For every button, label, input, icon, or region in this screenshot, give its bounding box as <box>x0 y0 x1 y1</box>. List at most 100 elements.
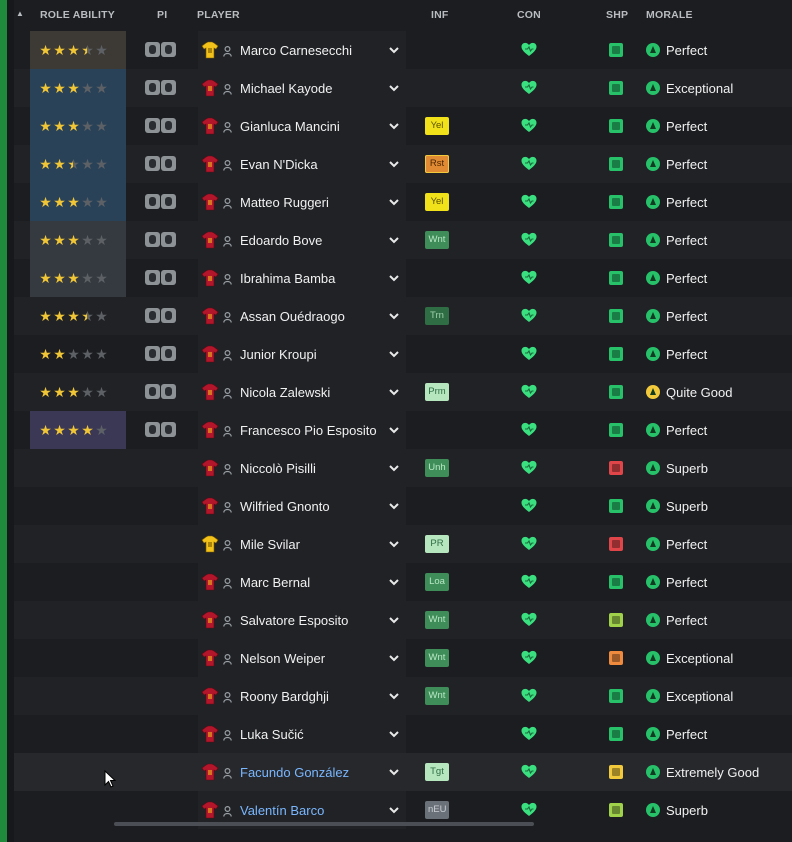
pi-person-icon[interactable] <box>161 232 176 247</box>
player-name[interactable]: Nicola Zalewski <box>240 385 330 400</box>
player-name[interactable]: Assan Ouédraogo <box>240 309 345 324</box>
pi-person-icon[interactable] <box>161 194 176 209</box>
table-row[interactable]: ★ ★ ★ ★ ★ Evan N'Dicka Rst Perfect <box>14 145 792 183</box>
pi-person-icon[interactable] <box>161 346 176 361</box>
inf-badge[interactable]: Trn <box>425 307 449 325</box>
player-name[interactable]: Marc Bernal <box>240 575 310 590</box>
pi-attribute-icon[interactable] <box>145 308 160 323</box>
pi-attribute-icon[interactable] <box>145 346 160 361</box>
table-row[interactable]: Facundo González Tgt Extremely Good <box>14 753 792 791</box>
table-row[interactable]: Wilfried Gnonto Superb <box>14 487 792 525</box>
player-name[interactable]: Facundo González <box>240 765 349 780</box>
person-icon[interactable] <box>223 158 232 171</box>
player-name[interactable]: Junior Kroupi <box>240 347 317 362</box>
inf-badge[interactable]: Tgt <box>425 763 449 781</box>
chevron-down-icon[interactable] <box>388 461 400 473</box>
person-icon[interactable] <box>223 44 232 57</box>
pi-attribute-icon[interactable] <box>145 194 160 209</box>
pi-attribute-icon[interactable] <box>145 42 160 57</box>
table-row[interactable]: Niccolò Pisilli Unh Superb <box>14 449 792 487</box>
player-name[interactable]: Michael Kayode <box>240 81 333 96</box>
person-icon[interactable] <box>223 690 232 703</box>
chevron-down-icon[interactable] <box>388 157 400 169</box>
inf-badge[interactable]: PR <box>425 535 449 553</box>
table-row[interactable]: ★ ★ ★ ★ ★ Marco Carnesecchi Perfect <box>14 31 792 69</box>
pi-person-icon[interactable] <box>161 308 176 323</box>
player-name[interactable]: Valentín Barco <box>240 803 324 818</box>
person-icon[interactable] <box>223 576 232 589</box>
chevron-down-icon[interactable] <box>388 81 400 93</box>
chevron-down-icon[interactable] <box>388 575 400 587</box>
chevron-down-icon[interactable] <box>388 613 400 625</box>
column-morale[interactable]: MORALE <box>646 9 693 21</box>
pi-attribute-icon[interactable] <box>145 270 160 285</box>
pi-attribute-icon[interactable] <box>145 384 160 399</box>
person-icon[interactable] <box>223 196 232 209</box>
person-icon[interactable] <box>223 652 232 665</box>
chevron-down-icon[interactable] <box>388 727 400 739</box>
pi-person-icon[interactable] <box>161 156 176 171</box>
player-name[interactable]: Ibrahima Bamba <box>240 271 335 286</box>
table-row[interactable]: ★ ★ ★ ★ ★ Gianluca Mancini Yel Perfect <box>14 107 792 145</box>
table-row[interactable]: ★ ★ ★ ★ ★ Francesco Pio Esposito Perfect <box>14 411 792 449</box>
player-name[interactable]: Edoardo Bove <box>240 233 322 248</box>
inf-badge[interactable]: Yel <box>425 117 449 135</box>
chevron-down-icon[interactable] <box>388 689 400 701</box>
table-row[interactable]: Mile Svilar PR Perfect <box>14 525 792 563</box>
player-name[interactable]: Roony Bardghji <box>240 689 329 704</box>
pi-person-icon[interactable] <box>161 270 176 285</box>
pi-attribute-icon[interactable] <box>145 118 160 133</box>
pi-person-icon[interactable] <box>161 384 176 399</box>
chevron-down-icon[interactable] <box>388 499 400 511</box>
inf-badge[interactable]: Rst <box>425 155 449 173</box>
chevron-down-icon[interactable] <box>388 347 400 359</box>
person-icon[interactable] <box>223 538 232 551</box>
pi-person-icon[interactable] <box>161 42 176 57</box>
person-icon[interactable] <box>223 234 232 247</box>
player-name[interactable]: Evan N'Dicka <box>240 157 318 172</box>
chevron-down-icon[interactable] <box>388 651 400 663</box>
inf-badge[interactable]: Wnt <box>425 649 449 667</box>
player-name[interactable]: Salvatore Esposito <box>240 613 348 628</box>
chevron-down-icon[interactable] <box>388 537 400 549</box>
chevron-down-icon[interactable] <box>388 195 400 207</box>
chevron-down-icon[interactable] <box>388 233 400 245</box>
pi-attribute-icon[interactable] <box>145 156 160 171</box>
player-name[interactable]: Wilfried Gnonto <box>240 499 330 514</box>
sort-indicator[interactable]: ▲ <box>16 9 24 18</box>
inf-badge[interactable]: Yel <box>425 193 449 211</box>
column-inf[interactable]: INF <box>431 9 449 21</box>
table-row[interactable]: Marc Bernal Loa Perfect <box>14 563 792 601</box>
column-role-ability[interactable]: ROLE ABILITY <box>40 9 115 21</box>
table-row[interactable]: ★ ★ ★ ★ ★ Nicola Zalewski Prm Quite Good <box>14 373 792 411</box>
table-row[interactable]: ★ ★ ★ ★ ★ Edoardo Bove Wnt Perfect <box>14 221 792 259</box>
chevron-down-icon[interactable] <box>388 765 400 777</box>
table-row[interactable]: Salvatore Esposito Wnt Perfect <box>14 601 792 639</box>
chevron-down-icon[interactable] <box>388 803 400 815</box>
pi-person-icon[interactable] <box>161 422 176 437</box>
person-icon[interactable] <box>223 272 232 285</box>
inf-badge[interactable]: Wnt <box>425 687 449 705</box>
inf-badge[interactable]: Loa <box>425 573 449 591</box>
person-icon[interactable] <box>223 424 232 437</box>
pi-person-icon[interactable] <box>161 118 176 133</box>
player-name[interactable]: Marco Carnesecchi <box>240 43 352 58</box>
table-row[interactable]: Nelson Weiper Wnt Exceptional <box>14 639 792 677</box>
person-icon[interactable] <box>223 728 232 741</box>
inf-badge[interactable]: Wnt <box>425 231 449 249</box>
chevron-down-icon[interactable] <box>388 271 400 283</box>
table-row[interactable]: ★ ★ ★ ★ ★ Matteo Ruggeri Yel Perfect <box>14 183 792 221</box>
person-icon[interactable] <box>223 386 232 399</box>
pi-person-icon[interactable] <box>161 80 176 95</box>
person-icon[interactable] <box>223 500 232 513</box>
person-icon[interactable] <box>223 462 232 475</box>
person-icon[interactable] <box>223 766 232 779</box>
column-con[interactable]: CON <box>517 9 541 21</box>
player-name[interactable]: Matteo Ruggeri <box>240 195 329 210</box>
inf-badge[interactable]: Unh <box>425 459 449 477</box>
pi-attribute-icon[interactable] <box>145 422 160 437</box>
player-name[interactable]: Francesco Pio Esposito <box>240 423 377 438</box>
pi-attribute-icon[interactable] <box>145 232 160 247</box>
inf-badge[interactable]: Wnt <box>425 611 449 629</box>
inf-badge[interactable]: Prm <box>425 383 449 401</box>
